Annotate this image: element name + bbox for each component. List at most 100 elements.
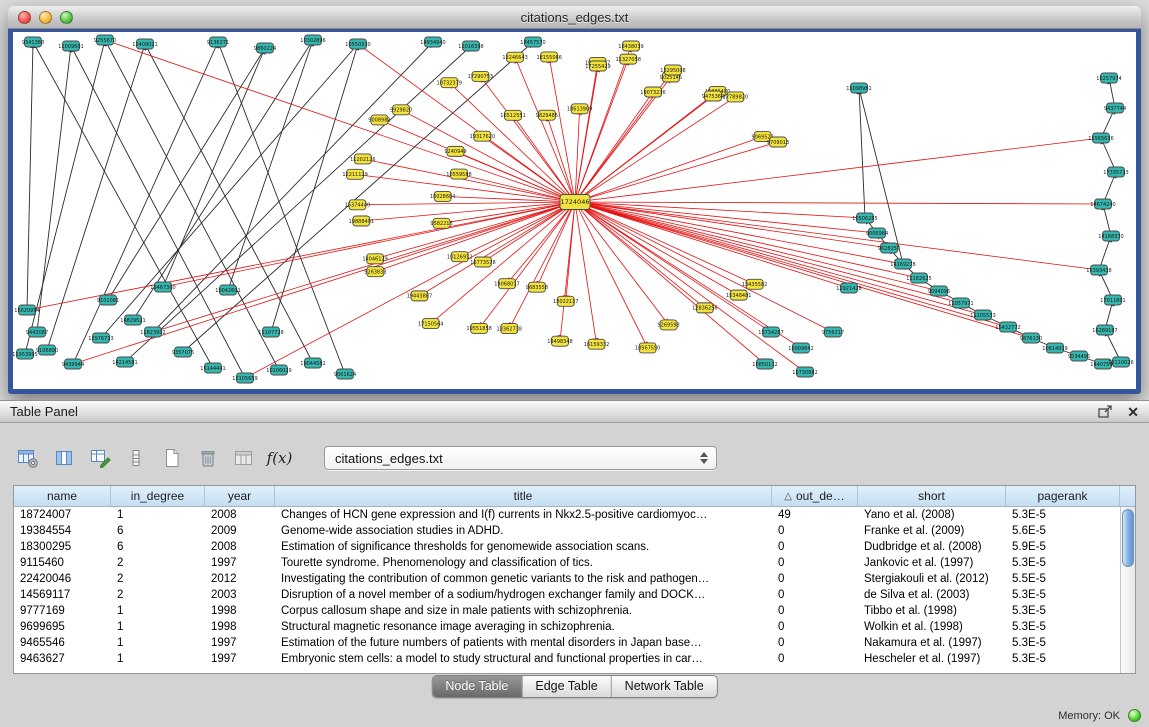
- graph-node[interactable]: 16028684: [430, 191, 455, 201]
- graph-node[interactable]: 11953995: [13, 349, 38, 359]
- graph-node[interactable]: 19551858: [466, 323, 491, 333]
- column-header-short[interactable]: short: [858, 486, 1006, 506]
- graph-node[interactable]: 14934940: [420, 37, 445, 47]
- import-table-button[interactable]: [230, 445, 257, 472]
- graph-node[interactable]: 13734267: [758, 327, 783, 337]
- graph-node[interactable]: 11565616: [1088, 133, 1113, 143]
- memory-indicator[interactable]: [1128, 709, 1141, 722]
- table-row[interactable]: 1456911722003Disruption of a novel membe…: [14, 587, 1135, 603]
- tab-network-table[interactable]: Network Table: [612, 676, 717, 697]
- graph-node[interactable]: 16909842: [788, 343, 813, 353]
- graph-node[interactable]: 11107728: [258, 327, 283, 337]
- graph-node[interactable]: 11327058: [615, 54, 640, 64]
- graph-node[interactable]: 13362738: [497, 324, 522, 334]
- table-row[interactable]: 1830029562008Estimation of significance …: [14, 539, 1135, 555]
- graph-node[interactable]: 15432772: [995, 322, 1020, 332]
- table-row[interactable]: 2242004622012Investigating the contribut…: [14, 571, 1135, 587]
- graph-node[interactable]: 19498348: [547, 336, 572, 346]
- graph-node[interactable]: 13435582: [742, 279, 767, 289]
- graph-node[interactable]: 11098981: [846, 83, 871, 93]
- graph-node[interactable]: 10302896: [300, 35, 325, 45]
- graph-node[interactable]: 9475360: [702, 91, 724, 101]
- column-header-title[interactable]: title: [275, 486, 772, 506]
- graph-node[interactable]: 9628257: [878, 243, 900, 253]
- graph-node[interactable]: 10732379: [437, 78, 462, 88]
- graph-node[interactable]: 10550330: [345, 39, 370, 49]
- table-row[interactable]: 977716911998Corpus callosum shape and si…: [14, 603, 1135, 619]
- graph-node[interactable]: 12110026: [1108, 357, 1133, 367]
- graph-node[interactable]: 10559588: [446, 169, 471, 179]
- graph-node[interactable]: 12105659: [232, 373, 257, 383]
- graph-node[interactable]: 11057971: [948, 298, 973, 308]
- graph-node[interactable]: 13295008: [660, 65, 685, 75]
- graph-node[interactable]: 9136271: [207, 37, 229, 47]
- column-header-pagerank[interactable]: pagerank: [1006, 486, 1120, 506]
- hub-node[interactable]: 1724046: [560, 195, 590, 210]
- float-panel-icon[interactable]: [1098, 405, 1113, 418]
- graph-node[interactable]: 9341388: [22, 37, 44, 47]
- graph-node[interactable]: 11009601: [58, 41, 83, 51]
- graph-node[interactable]: 15730882: [792, 367, 817, 377]
- graph-node[interactable]: 9709013: [767, 137, 789, 147]
- graph-node[interactable]: 16512551: [500, 110, 525, 120]
- graph-node[interactable]: 12976713: [88, 333, 113, 343]
- graph-node[interactable]: 9269593: [657, 320, 679, 330]
- graph-node[interactable]: 9829485: [536, 110, 558, 120]
- graph-node[interactable]: 11016398: [458, 41, 483, 51]
- column-header-in_degree[interactable]: in_degree: [111, 486, 205, 506]
- graph-node[interactable]: 9101081: [97, 295, 119, 305]
- graph-node[interactable]: 9582216: [430, 218, 452, 228]
- graph-node[interactable]: 12182625: [906, 273, 931, 283]
- network-canvas[interactable]: 1724046134355821534848112836256926959318…: [13, 32, 1136, 389]
- graph-node[interactable]: 15467360: [150, 282, 175, 292]
- graph-node[interactable]: 15348481: [726, 290, 751, 300]
- table-row[interactable]: 969969511998Structural magnetic resonanc…: [14, 619, 1135, 635]
- graph-node[interactable]: 9094096: [928, 286, 950, 296]
- show-columns-button[interactable]: [50, 445, 77, 472]
- row-height-button[interactable]: [122, 445, 149, 472]
- graph-node[interactable]: 18613909: [567, 104, 592, 114]
- window-titlebar[interactable]: citations_edges.txt: [8, 6, 1141, 29]
- function-builder-button[interactable]: f(x): [266, 445, 293, 472]
- graph-node[interactable]: 10850112: [752, 359, 777, 369]
- table-mode-button[interactable]: [14, 445, 41, 472]
- graph-node[interactable]: 10106029: [266, 365, 291, 375]
- graph-node[interactable]: 9263833: [364, 267, 386, 277]
- graph-node[interactable]: 16289187: [1092, 325, 1117, 335]
- table-selector-combobox[interactable]: citations_edges.txt: [324, 446, 717, 470]
- graph-node[interactable]: 9443087: [26, 327, 48, 337]
- graph-node[interactable]: 16159332: [584, 339, 609, 349]
- graph-node[interactable]: 18567550: [635, 343, 660, 353]
- delete-columns-button[interactable]: [194, 445, 221, 472]
- new-file-button[interactable]: [158, 445, 185, 472]
- tab-node-table[interactable]: Node Table: [432, 676, 522, 697]
- graph-node[interactable]: 17335713: [1103, 167, 1128, 177]
- graph-node[interactable]: 9255670: [94, 35, 116, 45]
- graph-node[interactable]: 9240949: [444, 146, 466, 156]
- graph-node[interactable]: 10126912: [447, 252, 472, 262]
- graph-node[interactable]: 18155066: [536, 52, 561, 62]
- graph-node[interactable]: 18457570: [520, 37, 545, 47]
- graph-node[interactable]: 15144441: [200, 363, 225, 373]
- graph-node[interactable]: 9357075: [172, 347, 194, 357]
- column-header-name[interactable]: name: [14, 486, 111, 506]
- vertical-scrollbar[interactable]: [1120, 507, 1135, 673]
- graph-node[interactable]: 19044582: [300, 358, 325, 368]
- graph-node[interactable]: 9008982: [368, 115, 390, 125]
- edit-columns-button[interactable]: [86, 445, 113, 472]
- graph-node[interactable]: 10506285: [852, 213, 877, 223]
- graph-node[interactable]: 9929820: [390, 105, 412, 115]
- graph-node[interactable]: 15620994: [14, 305, 39, 315]
- graph-node[interactable]: 9439944: [62, 359, 84, 369]
- graph-node[interactable]: 9683558: [526, 282, 548, 292]
- close-panel-icon[interactable]: ✕: [1127, 405, 1139, 419]
- graph-node[interactable]: 10042601: [215, 285, 240, 295]
- graph-node[interactable]: 16773578: [470, 257, 495, 267]
- graph-node[interactable]: 9756217: [822, 327, 844, 337]
- column-header-year[interactable]: year: [205, 486, 275, 506]
- scrollbar-thumb[interactable]: [1122, 509, 1134, 567]
- table-row[interactable]: 946554611997Estimation of the future num…: [14, 635, 1135, 651]
- graph-node[interactable]: 14829521: [120, 315, 145, 325]
- citation-network-graph[interactable]: 1724046134355821534848112836256926959318…: [13, 32, 1136, 389]
- graph-node[interactable]: 9106890: [36, 345, 58, 355]
